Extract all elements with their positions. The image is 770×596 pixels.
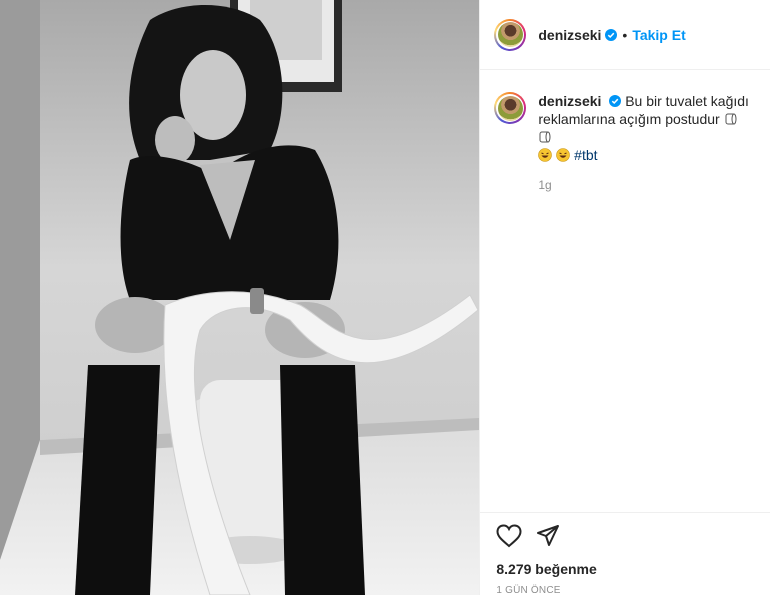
verified-badge-icon: [605, 28, 618, 41]
likes-count[interactable]: 8.279 beğenme: [496, 561, 754, 577]
paper-plane-icon[interactable]: [536, 524, 560, 548]
avatar-ring: [496, 20, 525, 49]
caption-avatar-ring: [496, 94, 525, 122]
post-photo[interactable]: [0, 0, 480, 595]
heart-icon[interactable]: [496, 524, 522, 548]
instagram-post: denizseki • Takip Et denizseki Bu bir tu…: [0, 0, 770, 596]
header-username[interactable]: denizseki: [538, 27, 601, 43]
laughing-emoji-icon: [538, 148, 553, 162]
avatar[interactable]: [494, 18, 527, 51]
caption-username[interactable]: denizseki: [538, 93, 601, 109]
caption-time[interactable]: 1g: [538, 176, 753, 194]
caption-verified-badge-icon: [609, 95, 622, 107]
caption-text-block: denizseki Bu bir tuvalet kağıdı reklamla…: [538, 92, 753, 194]
toilet-paper-emoji-icon: [724, 112, 738, 126]
laughing-emoji-icon-2: [556, 148, 571, 162]
avatar-image: [497, 22, 523, 47]
post-timestamp[interactable]: 1 GÜN ÖNCE: [496, 585, 754, 596]
post-photo-illustration: [0, 0, 480, 595]
caption-block: denizseki Bu bir tuvalet kağıdı reklamla…: [480, 70, 770, 194]
follow-button[interactable]: Takip Et: [632, 27, 685, 43]
toilet-paper-emoji-icon-2: [538, 130, 552, 144]
hashtag-link[interactable]: #tbt: [574, 147, 597, 163]
action-bar: [496, 523, 754, 549]
post-sidebar: denizseki • Takip Et denizseki Bu bir tu…: [479, 0, 770, 596]
post-actions-area: 8.279 beğenme 1 GÜN ÖNCE: [480, 512, 770, 596]
caption-avatar[interactable]: [494, 92, 527, 124]
post-header: denizseki • Takip Et: [480, 0, 770, 70]
header-separator: •: [622, 26, 628, 43]
caption-avatar-image: [497, 95, 523, 121]
